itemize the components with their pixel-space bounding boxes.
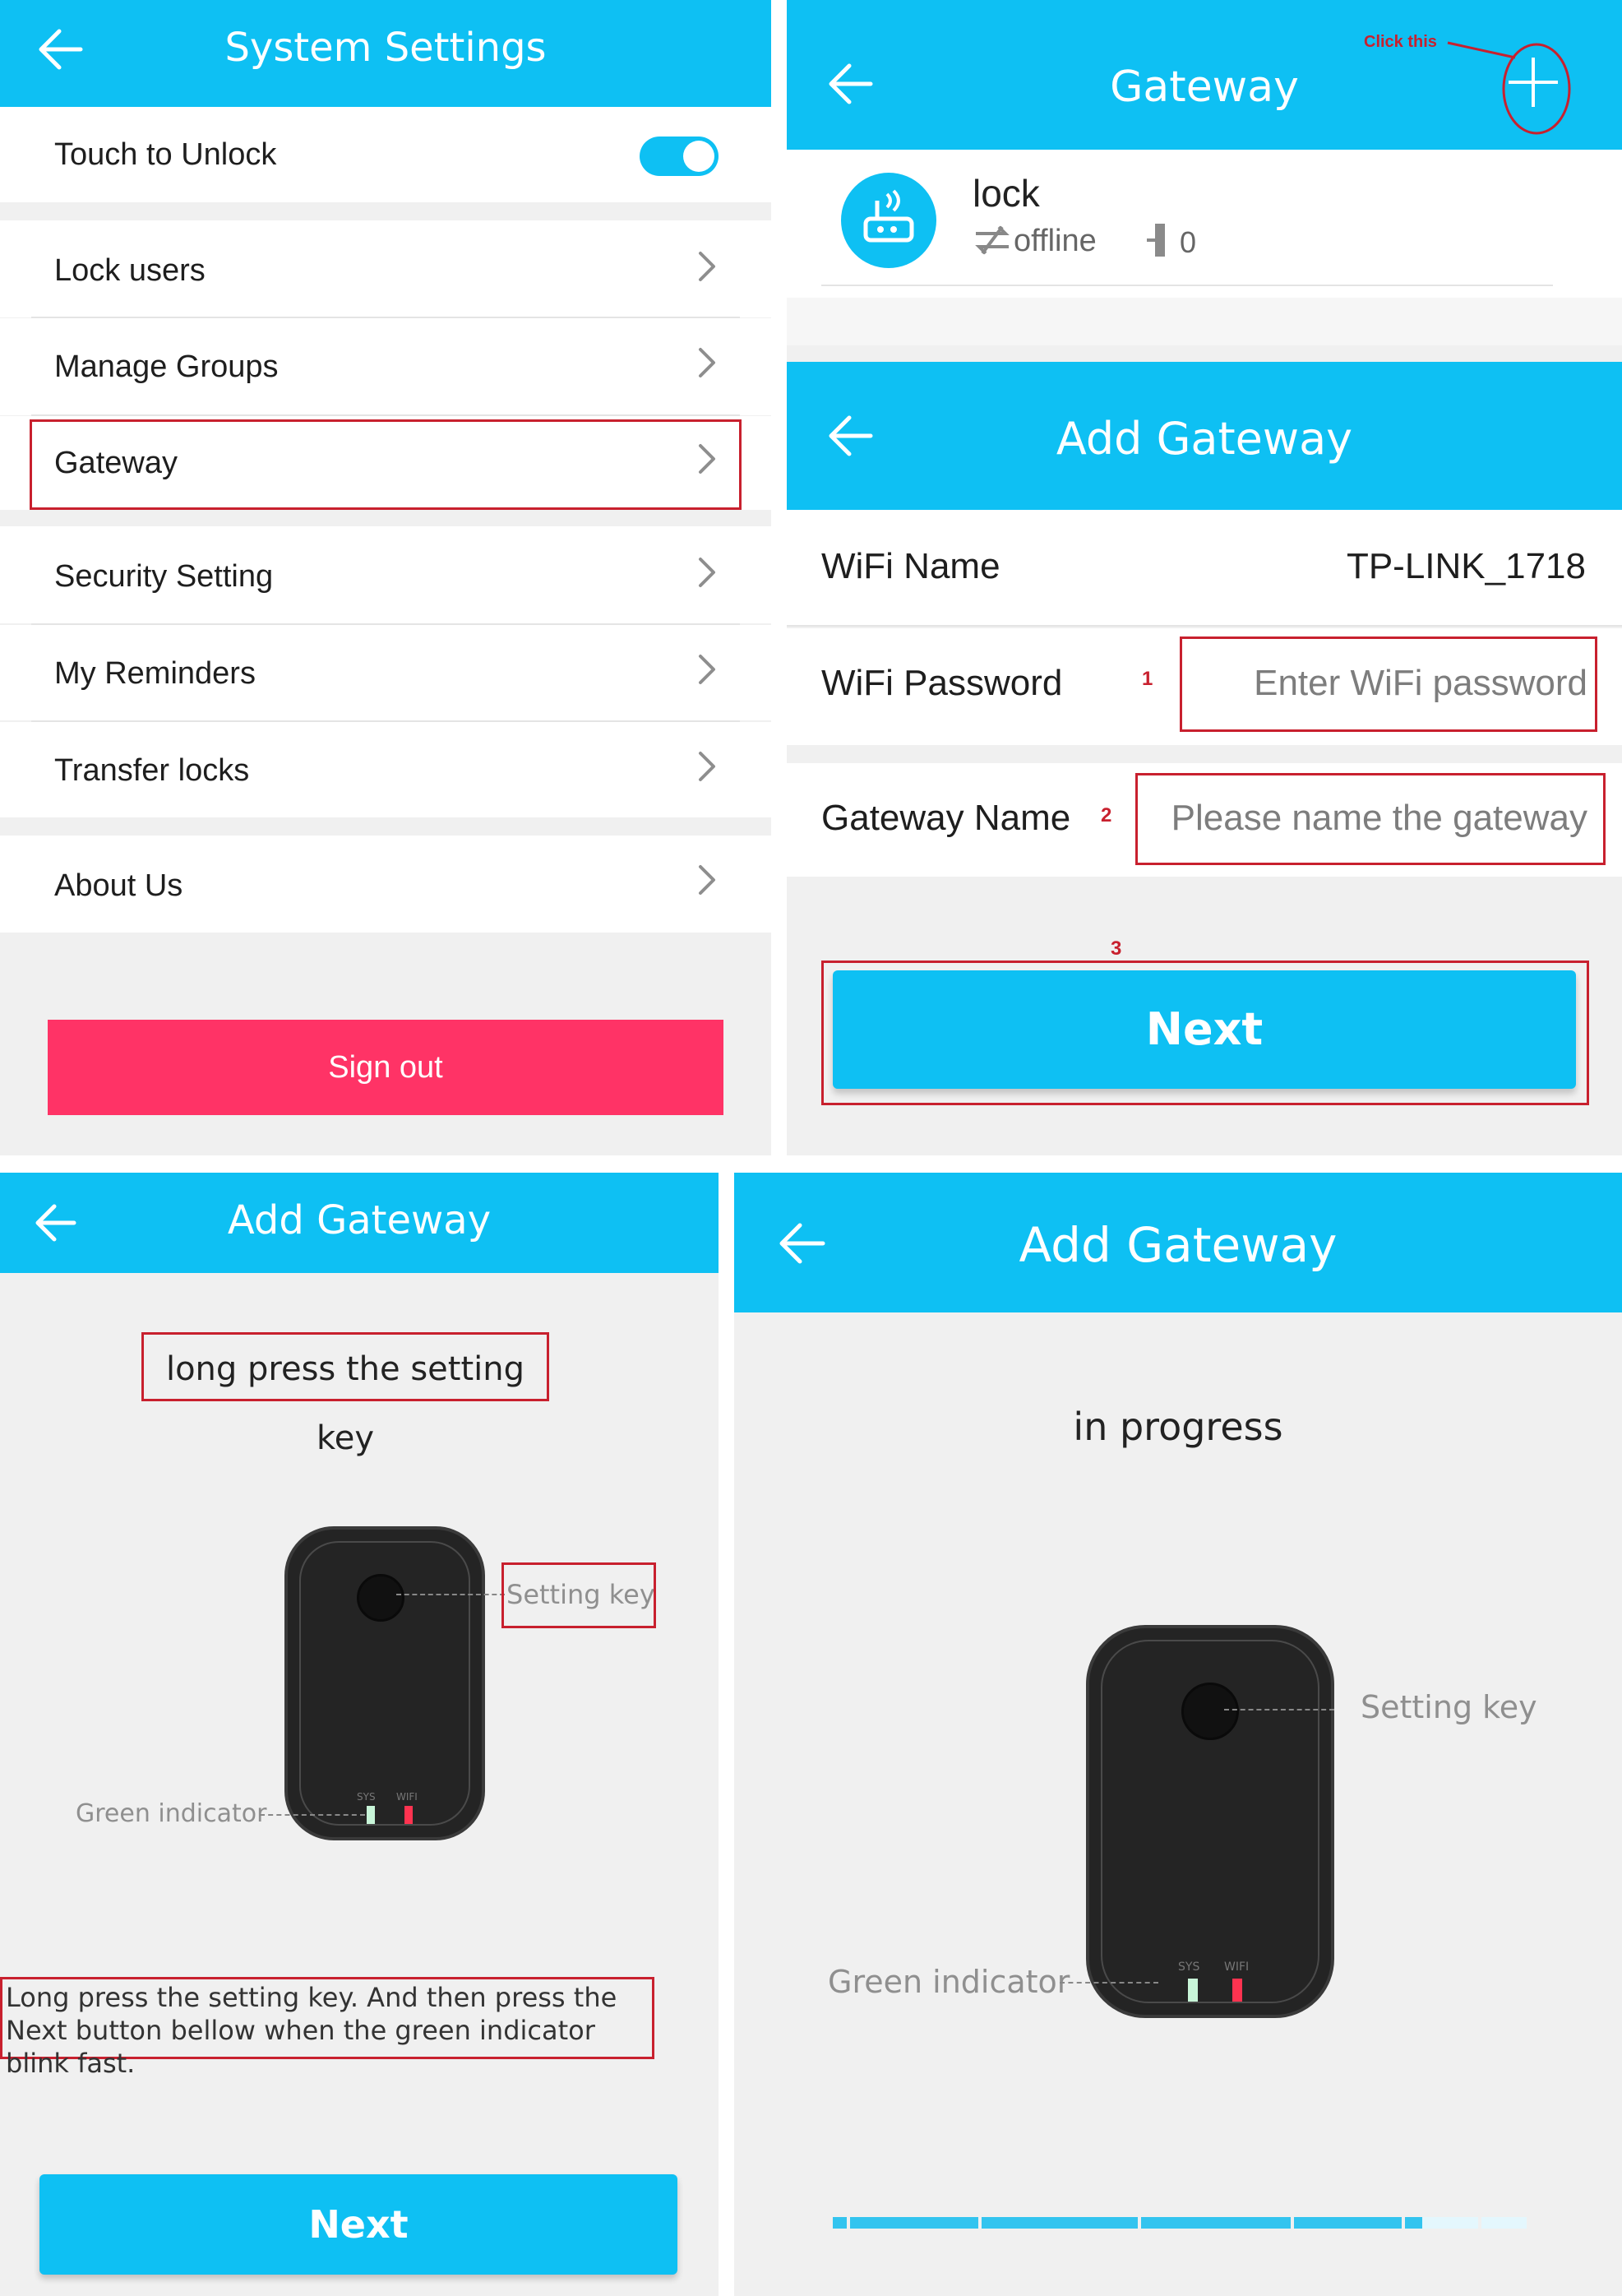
progress-segment-gap	[1402, 2217, 1405, 2229]
progress-segment-gap	[1478, 2217, 1481, 2229]
gateway-status: offline	[1014, 224, 1097, 258]
sidebar-item-lock-users[interactable]: Lock users	[0, 220, 771, 317]
router-icon	[841, 173, 936, 268]
setting-key-button	[357, 1574, 404, 1622]
green-indicator-label: Green indicator	[828, 1964, 1070, 2000]
security-setting-label: Security Setting	[54, 559, 274, 594]
red-led	[404, 1806, 413, 1824]
wifi-name-row: WiFi Name TP-LINK_1718	[787, 510, 1622, 627]
gateway-device-illustration: SYS WIFI	[284, 1526, 485, 1840]
highlight-next-box	[821, 961, 1589, 1105]
progress-bar-track	[833, 2217, 1527, 2229]
click-this-annotation: Click this	[1364, 33, 1437, 51]
gateway-name-label: Gateway Name	[821, 798, 1071, 838]
green-indicator-leader	[1060, 1982, 1158, 1984]
gateway-name: lock	[973, 172, 1040, 215]
progress-header: Add Gateway	[734, 1173, 1622, 1312]
setting-key-label: Setting key	[1361, 1689, 1537, 1725]
green-indicator-label: Green indicator	[76, 1799, 267, 1828]
setting-key-button	[1181, 1683, 1239, 1740]
page-title: Add Gateway	[1056, 413, 1353, 465]
sign-out-button[interactable]: Sign out	[48, 1020, 723, 1115]
step-1-marker: 1	[1142, 668, 1153, 690]
sys-label: SYS	[1178, 1960, 1200, 1974]
wifi-name-value: TP-LINK_1718	[1346, 546, 1586, 586]
sidebar-item-my-reminders[interactable]: My Reminders	[0, 625, 771, 720]
step-3-marker: 3	[1111, 937, 1122, 960]
add-gateway-progress-screen: Add Gateway in progress SYS WIFI Setting…	[734, 1173, 1622, 2296]
progress-segment-gap	[1291, 2217, 1294, 2229]
system-settings-screen: System Settings Touch to Unlock Lock use…	[0, 0, 771, 1155]
lock-count: 0	[1180, 225, 1197, 259]
divider	[787, 625, 1622, 627]
offline-icon	[975, 225, 1010, 255]
page-title: Add Gateway	[227, 1197, 492, 1243]
wifi-password-label: WiFi Password	[821, 663, 1063, 703]
sidebar-item-transfer-locks[interactable]: Transfer locks	[0, 722, 771, 817]
sidebar-item-manage-groups[interactable]: Manage Groups	[0, 318, 771, 415]
gateway-device-illustration: SYS WIFI	[1086, 1625, 1334, 2018]
chevron-right-icon	[699, 752, 715, 781]
add-gateway-header: Add Gateway	[787, 362, 1622, 510]
instruction-text: Long press the setting key. And then pre…	[0, 1977, 654, 2079]
sidebar-item-about-us[interactable]: About Us	[0, 836, 771, 933]
sys-label: SYS	[357, 1791, 376, 1803]
wifi-label: WIFI	[1224, 1960, 1250, 1974]
step-2-marker: 2	[1101, 804, 1112, 826]
page-title: System Settings	[224, 25, 547, 71]
progress-segment-gap	[847, 2217, 850, 2229]
progress-status: in progress	[1073, 1405, 1283, 1449]
setting-key-leader	[396, 1594, 505, 1595]
toggle-knob	[683, 141, 714, 172]
green-led	[367, 1806, 375, 1824]
wifi-label: WIFI	[396, 1791, 418, 1803]
add-gateway-instructions-screen: Add Gateway long press the setting key S…	[0, 1173, 719, 2296]
settings-header: System Settings	[0, 0, 771, 107]
chevron-right-icon	[699, 655, 715, 684]
chevron-right-icon	[699, 865, 715, 895]
highlight-gateway-box	[30, 419, 742, 510]
divider	[821, 285, 1553, 286]
wifi-name-label: WiFi Name	[821, 546, 1000, 586]
green-led	[1188, 1979, 1198, 2002]
chevron-right-icon	[699, 348, 715, 377]
highlight-setting-key-box	[501, 1562, 656, 1628]
gateway-list-item[interactable]: lock offline 0	[787, 150, 1622, 298]
progress-bar-fill	[833, 2217, 1423, 2229]
setting-key-leader	[1224, 1709, 1334, 1710]
touch-unlock-toggle[interactable]	[640, 137, 719, 176]
green-indicator-leader	[260, 1814, 365, 1816]
lock-count-icon	[1147, 224, 1165, 257]
touch-unlock-row: Touch to Unlock	[0, 107, 771, 202]
gateway-screen: Gateway Click this lock offline 0 Add Ga…	[787, 0, 1622, 1155]
about-us-label: About Us	[54, 868, 183, 903]
page-title: Add Gateway	[1019, 1217, 1338, 1273]
chevron-right-icon	[699, 558, 715, 587]
instructions-header: Add Gateway	[0, 1173, 719, 1273]
touch-unlock-label: Touch to Unlock	[54, 137, 277, 172]
annotation-arrow	[1447, 41, 1571, 135]
my-reminders-label: My Reminders	[54, 656, 256, 691]
lock-users-label: Lock users	[54, 253, 206, 288]
transfer-locks-label: Transfer locks	[54, 753, 250, 788]
highlight-gateway-name-box	[1135, 773, 1606, 865]
progress-segment-gap	[978, 2217, 982, 2229]
gateway-list-area: lock offline 0	[787, 150, 1622, 345]
instruction-heading: long press the setting key	[141, 1332, 549, 1457]
sidebar-item-security-setting[interactable]: Security Setting	[0, 526, 771, 623]
highlight-password-box	[1180, 636, 1597, 732]
progress-segment-gap	[1138, 2217, 1141, 2229]
manage-groups-label: Manage Groups	[54, 349, 279, 384]
chevron-right-icon	[699, 252, 715, 281]
red-led	[1232, 1979, 1242, 2002]
next-button[interactable]: Next	[39, 2174, 677, 2275]
